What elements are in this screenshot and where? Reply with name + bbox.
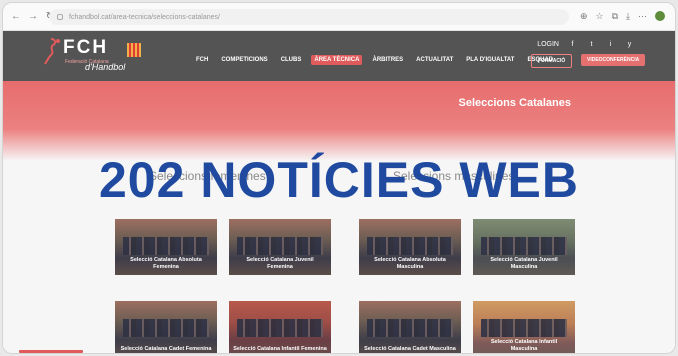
tile-label: Selecció Catalana Infantil Femenina (233, 346, 327, 352)
menu-item-competicions[interactable]: COMPETICIONS (218, 55, 270, 65)
site-header: FCH Federació Catalana d'Handbol LOGIN f… (3, 31, 675, 81)
instagram-icon[interactable]: i (605, 39, 616, 50)
downloads-icon[interactable]: ⤓ (626, 11, 630, 22)
tile-juvenil-masculina[interactable]: Selecció Catalana Juvenil Masculina (473, 219, 575, 275)
facebook-icon[interactable]: f (567, 39, 578, 50)
tile-cadet-femenina[interactable]: Selecció Catalana Cadet Femenina (115, 301, 217, 353)
team-players (481, 237, 567, 255)
tile-label: Selecció Catalana Cadet Masculina (364, 346, 456, 352)
catalan-flag-icon (127, 43, 141, 57)
twitter-icon[interactable]: t (586, 39, 597, 50)
profile-avatar[interactable] (655, 11, 665, 21)
team-players (481, 319, 567, 337)
browser-toolbar: ← → ↻ ⌂ fchandbol.cat/area-tecnica/selec… (3, 3, 675, 31)
menu-item-actualitat[interactable]: ACTUALITAT (413, 55, 456, 65)
forward-icon[interactable]: → (28, 11, 38, 22)
tile-label: Selecció Catalana Absoluta Masculina (374, 257, 446, 270)
main-menu: FCH COMPETICIONS CLUBS ÀREA TÈCNICA ÀRBI… (193, 55, 556, 65)
extensions-icon[interactable]: ⧉ (612, 11, 618, 22)
back-icon[interactable]: ← (11, 11, 21, 22)
tile-label: Selecció Catalana Juvenil Masculina (490, 257, 558, 270)
menu-icon[interactable]: ⋯ (638, 11, 647, 22)
fch-logo[interactable]: FCH Federació Catalana d'Handbol (43, 37, 143, 72)
team-players (123, 237, 209, 255)
logo-handbol: d'Handbol (85, 62, 126, 72)
browser-window: ← → ↻ ⌂ fchandbol.cat/area-tecnica/selec… (2, 2, 676, 354)
team-players (237, 319, 323, 337)
address-bar[interactable]: fchandbol.cat/area-tecnica/seleccions-ca… (49, 9, 569, 25)
menu-item-area-tecnica[interactable]: ÀREA TÈCNICA (311, 55, 363, 65)
tile-label: Selecció Catalana Infantil Masculina (490, 339, 558, 352)
logo-brand: FCH (63, 37, 109, 58)
handball-player-icon (44, 38, 60, 65)
menu-item-fch[interactable]: FCH (193, 55, 211, 65)
tile-infantil-masculina[interactable]: Selecció Catalana Infantil Masculina (473, 301, 575, 353)
team-players (367, 319, 453, 337)
menu-item-clubs[interactable]: CLUBS (278, 55, 305, 65)
page-banner: Seleccions Catalanes (3, 81, 675, 161)
page-title: Seleccions Catalanes (458, 97, 571, 109)
team-players (123, 319, 209, 337)
menu-item-arbitres[interactable]: ÀRBITRES (369, 55, 406, 65)
selections-grid: Selecció Catalana Absoluta Femenina Sele… (3, 219, 675, 353)
videoconferencia-button[interactable]: VIDEOCONFERÈNCIA (581, 54, 645, 66)
url-text: fchandbol.cat/area-tecnica/seleccions-ca… (69, 13, 220, 21)
tile-label: Selecció Catalana Cadet Femenina (120, 346, 212, 352)
tile-label: Selecció Catalana Juvenil Femenina (246, 257, 314, 270)
tile-absoluta-femenina[interactable]: Selecció Catalana Absoluta Femenina (115, 219, 217, 275)
zoom-icon[interactable]: ⊕ (580, 11, 588, 22)
menu-item-pla-igualtat[interactable]: PLA D'IGUALTAT (463, 55, 517, 65)
tile-juvenil-femenina[interactable]: Selecció Catalana Juvenil Femenina (229, 219, 331, 275)
formacio-button[interactable]: FORMACIÓ (531, 54, 573, 68)
tile-infantil-femenina[interactable]: Selecció Catalana Infantil Femenina (229, 301, 331, 353)
tile-label: Selecció Catalana Absoluta Femenina (130, 257, 202, 270)
bookmark-star-icon[interactable]: ☆ (596, 11, 604, 22)
website-content: FCH Federació Catalana d'Handbol LOGIN f… (3, 31, 675, 353)
header-top-right: LOGIN f t i y (537, 39, 635, 50)
bottom-accent-bar (19, 350, 83, 353)
youtube-icon[interactable]: y (624, 39, 635, 50)
site-info-icon[interactable] (57, 14, 63, 20)
team-players (237, 237, 323, 255)
tile-cadet-masculina[interactable]: Selecció Catalana Cadet Masculina (359, 301, 461, 353)
tile-absoluta-masculina[interactable]: Selecció Catalana Absoluta Masculina (359, 219, 461, 275)
browser-right-icons: ⊕ ☆ ⧉ ⤓ ⋯ (580, 11, 665, 22)
team-players (367, 237, 453, 255)
login-link[interactable]: LOGIN (537, 41, 559, 48)
overlay-caption: 202 NOTÍCIES WEB (99, 152, 579, 208)
